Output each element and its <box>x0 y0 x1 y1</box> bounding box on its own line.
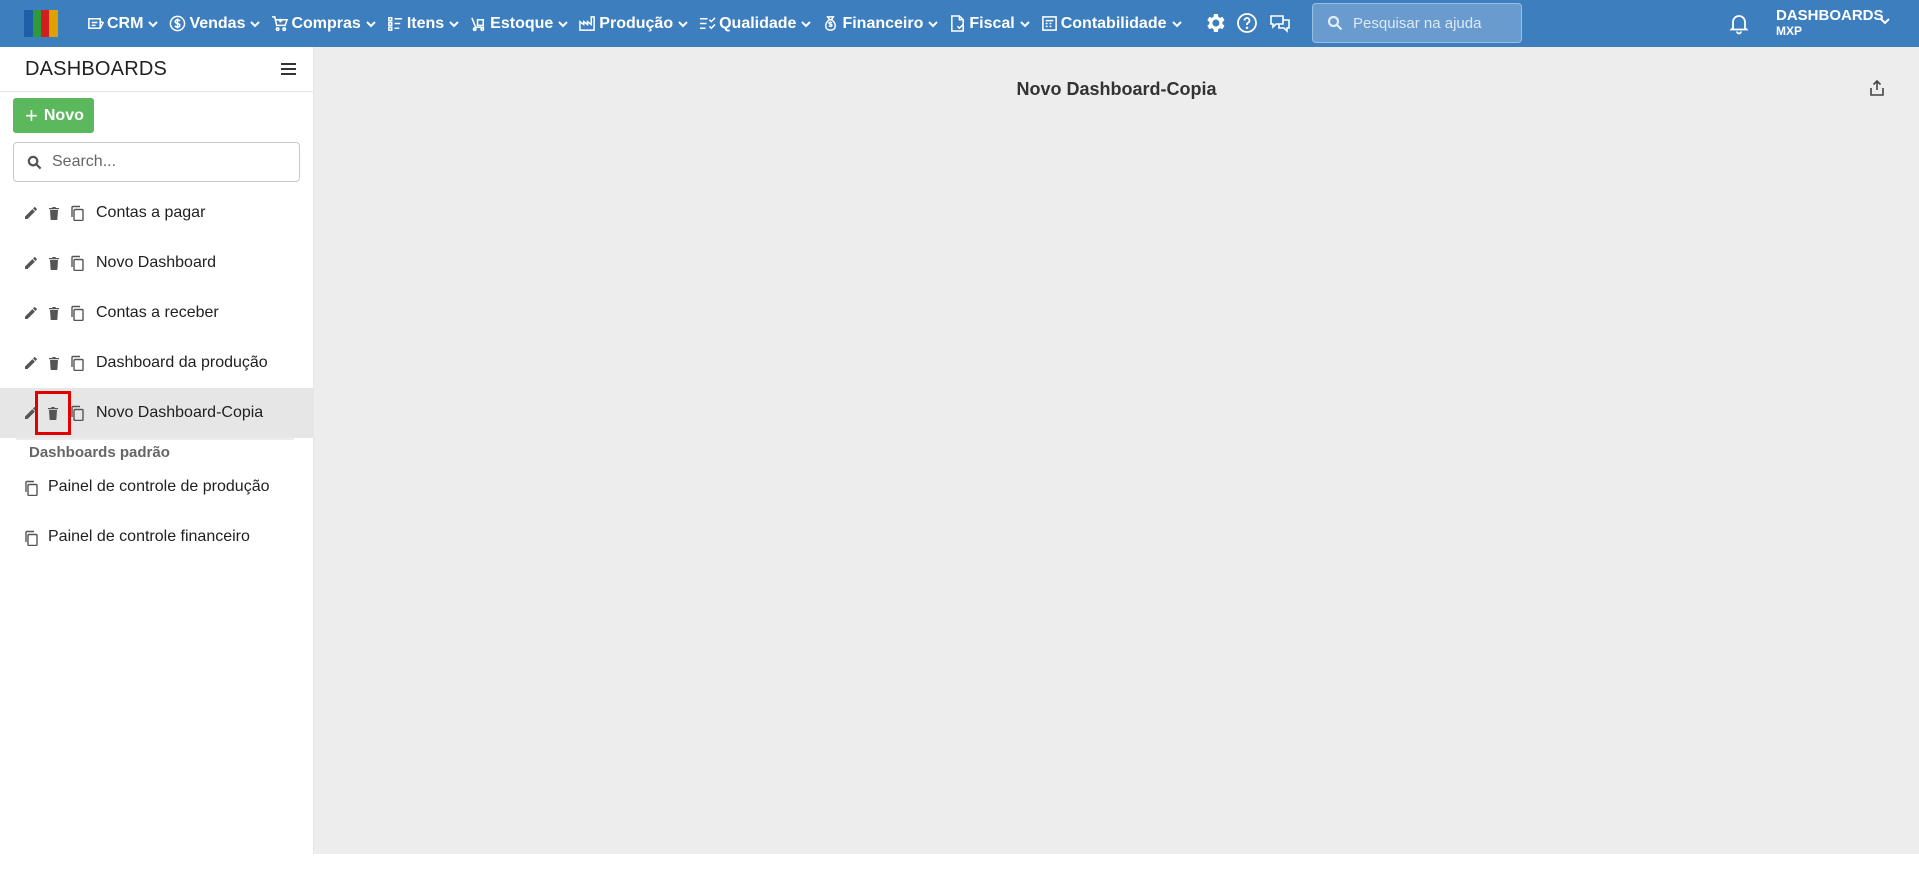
plus-icon: + <box>25 102 38 128</box>
menu-producao-label: Produção <box>599 14 674 32</box>
search-icon <box>27 155 42 169</box>
search-icon <box>1327 15 1343 31</box>
new-dashboard-button[interactable]: + Novo <box>13 98 94 133</box>
menu-contabilidade[interactable]: Contabilidade <box>1036 0 1188 47</box>
notification-bell-icon[interactable] <box>1727 11 1751 35</box>
chevron-down-icon <box>1880 18 1890 25</box>
copy-icon[interactable] <box>67 253 87 273</box>
dashboard-list-item-label: Novo Dashboard <box>96 254 217 271</box>
dashboard-search-input[interactable] <box>52 153 292 171</box>
copy-icon[interactable] <box>67 203 87 223</box>
forklift-icon <box>471 17 485 32</box>
top-navigation-bar: CRM Vendas Compras Itens Estoque Produçã… <box>0 0 1919 47</box>
menu-estoque[interactable]: Estoque <box>465 0 574 47</box>
app-logo[interactable] <box>24 10 58 37</box>
default-dashboard-item-label: Painel de controle financeiro <box>48 528 250 545</box>
chat-bubbles-icon[interactable] <box>1268 11 1292 35</box>
default-dashboard-item[interactable]: Painel de controle de produção <box>0 463 313 513</box>
menu-crm[interactable]: CRM <box>82 0 164 47</box>
help-circle-icon[interactable] <box>1235 11 1259 35</box>
share-export-icon[interactable] <box>1868 79 1888 99</box>
menu-qualidade[interactable]: Qualidade <box>694 0 817 47</box>
menu-producao[interactable]: Produção <box>574 0 694 47</box>
chevron-down-icon <box>148 20 159 27</box>
edit-pencil-icon[interactable] <box>21 353 41 373</box>
menu-estoque-label: Estoque <box>490 14 554 32</box>
dashboard-list-item[interactable]: Novo Dashboard <box>0 238 313 288</box>
sidebar-title: DASHBOARDS <box>25 57 168 80</box>
main-menu: CRM Vendas Compras Itens Estoque Produçã… <box>82 0 1188 47</box>
chevron-down-icon <box>1171 20 1182 27</box>
crm-icon <box>88 18 104 29</box>
dashboard-list-item-active[interactable]: Novo Dashboard-Copia <box>0 388 313 440</box>
menu-fiscal-label: Fiscal <box>969 14 1015 32</box>
default-dashboard-item[interactable]: Painel de controle financeiro <box>0 513 313 563</box>
menu-financeiro-label: Financeiro <box>842 14 924 32</box>
user-menu[interactable]: DASHBOARDS MXP <box>1776 7 1906 41</box>
copy-icon[interactable] <box>67 353 87 373</box>
dashboard-list-item-label: Contas a receber <box>96 304 219 321</box>
default-dashboard-item-label: Painel de controle de produção <box>48 478 270 495</box>
chevron-down-icon <box>250 20 261 27</box>
dashboards-sidebar: DASHBOARDS + Novo Contas a pagar Novo Da… <box>0 47 314 854</box>
chevron-down-icon <box>366 20 376 27</box>
menu-contabilidade-label: Contabilidade <box>1060 14 1167 32</box>
edit-pencil-icon[interactable] <box>21 303 41 323</box>
menu-itens[interactable]: Itens <box>382 0 465 47</box>
chevron-down-icon <box>678 20 688 27</box>
help-search-input[interactable] <box>1353 14 1513 32</box>
dashboard-canvas: Novo Dashboard-Copia <box>314 47 1919 854</box>
chevron-down-icon <box>558 20 569 27</box>
default-dashboard-list: Painel de controle de produção Painel de… <box>0 463 313 563</box>
dashboard-search-wrapper[interactable] <box>13 142 300 182</box>
edit-pencil-icon[interactable] <box>21 203 41 223</box>
menu-itens-label: Itens <box>406 14 445 32</box>
dollar-coin-icon <box>170 15 186 32</box>
menu-vendas-label: Vendas <box>189 14 246 32</box>
dashboard-list: Contas a pagar Novo Dashboard Contas a r… <box>0 188 313 440</box>
items-grid-icon <box>387 17 402 31</box>
menu-compras-label: Compras <box>291 14 361 32</box>
copy-icon[interactable] <box>67 403 87 423</box>
dashboard-list-item[interactable]: Contas a pagar <box>0 188 313 238</box>
copy-icon[interactable] <box>21 528 41 548</box>
menu-qualidade-label: Qualidade <box>719 14 797 32</box>
menu-crm-label: CRM <box>107 14 144 32</box>
new-dashboard-button-label: Novo <box>43 106 84 124</box>
cart-icon <box>272 16 289 32</box>
copy-icon[interactable] <box>67 303 87 323</box>
chevron-down-icon <box>928 20 939 27</box>
edit-pencil-icon[interactable] <box>21 253 41 273</box>
active-item-divider <box>16 438 294 440</box>
menu-fiscal[interactable]: Fiscal <box>944 0 1035 47</box>
menu-compras[interactable]: Compras <box>266 0 381 47</box>
dashboard-list-item[interactable]: Contas a receber <box>0 288 313 338</box>
dashboard-list-item-label: Contas a pagar <box>96 204 206 221</box>
dashboard-title: Novo Dashboard-Copia <box>1016 79 1217 99</box>
delete-trash-icon[interactable] <box>35 391 71 435</box>
document-icon <box>951 15 965 32</box>
help-search-input-wrapper[interactable] <box>1312 3 1522 43</box>
chevron-down-icon <box>449 20 459 27</box>
copy-icon[interactable] <box>21 478 41 498</box>
delete-trash-icon[interactable] <box>44 203 64 223</box>
dashboard-list-item[interactable]: Dashboard da produção <box>0 338 313 388</box>
chevron-down-icon <box>1020 20 1030 27</box>
money-bag-icon <box>825 16 837 31</box>
chevron-down-icon <box>801 20 812 27</box>
calculator-icon <box>1041 16 1057 31</box>
settings-gear-icon[interactable] <box>1203 11 1227 35</box>
delete-trash-icon[interactable] <box>44 303 64 323</box>
menu-vendas[interactable]: Vendas <box>164 0 266 47</box>
checklist-icon <box>700 17 716 30</box>
hamburger-menu-icon[interactable] <box>281 62 299 76</box>
sidebar-header: DASHBOARDS <box>0 47 313 92</box>
dashboard-list-item-label: Novo Dashboard-Copia <box>96 404 264 421</box>
menu-financeiro[interactable]: Financeiro <box>817 0 944 47</box>
delete-trash-icon[interactable] <box>44 253 64 273</box>
dashboard-list-item-label: Dashboard da produção <box>96 354 268 371</box>
default-dashboards-heading: Dashboards padrão <box>29 444 170 461</box>
factory-icon <box>579 16 596 31</box>
delete-trash-icon[interactable] <box>44 353 64 373</box>
